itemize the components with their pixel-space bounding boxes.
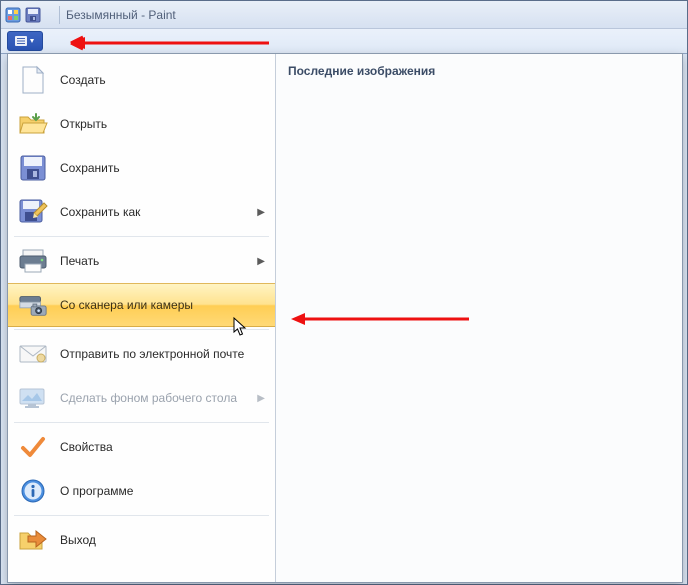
menu-item-label: Со сканера или камеры [60, 298, 265, 312]
exit-icon [18, 525, 48, 555]
menu-item-about[interactable]: О программе [8, 469, 275, 513]
qat-separator [59, 6, 60, 24]
menu-item-exit[interactable]: Выход [8, 518, 275, 562]
file-menu-panel: Создать Открыть [7, 53, 683, 583]
menu-item-label: О программе [60, 484, 265, 498]
menu-item-label: Свойства [60, 440, 265, 454]
titlebar: Безымянный - Paint [1, 1, 687, 29]
menu-item-scanner-camera[interactable]: Со сканера или камеры [8, 283, 275, 327]
menu-item-print[interactable]: Печать ▶ [8, 239, 275, 283]
folder-open-icon [18, 109, 48, 139]
chevron-right-icon: ▶ [257, 256, 265, 267]
recent-panel-header: Последние изображения [288, 64, 670, 78]
chevron-right-icon: ▶ [257, 393, 265, 404]
ribbon [1, 29, 687, 54]
menu-separator [14, 236, 269, 237]
qat-save-icon[interactable] [25, 7, 41, 23]
menu-item-label: Сохранить как [60, 205, 251, 219]
menu-item-new[interactable]: Создать [8, 58, 275, 102]
chevron-right-icon: ▶ [257, 207, 265, 218]
menu-item-label: Выход [60, 533, 265, 547]
menu-separator [14, 329, 269, 330]
menu-item-label: Сохранить [60, 161, 265, 175]
info-icon [18, 476, 48, 506]
menu-item-properties[interactable]: Свойства [8, 425, 275, 469]
menu-item-label: Открыть [60, 117, 265, 131]
paint-app-icon [5, 7, 21, 23]
wallpaper-icon [18, 383, 48, 413]
menu-item-save-as[interactable]: Сохранить как ▶ [8, 190, 275, 234]
menu-item-label: Создать [60, 73, 265, 87]
menu-item-label: Сделать фоном рабочего стола [60, 391, 251, 405]
window-title: Безымянный - Paint [66, 8, 176, 22]
file-tab[interactable] [7, 31, 43, 51]
file-menu-list: Создать Открыть [8, 54, 276, 582]
checkmark-icon [18, 432, 48, 462]
menu-item-label: Отправить по электронной почте [60, 347, 265, 361]
menu-item-save[interactable]: Сохранить [8, 146, 275, 190]
menu-item-send-email[interactable]: Отправить по электронной почте [8, 332, 275, 376]
paint-window: Безымянный - Paint Созда [0, 0, 688, 585]
menu-item-open[interactable]: Открыть [8, 102, 275, 146]
menu-item-label: Печать [60, 254, 251, 268]
menu-separator [14, 422, 269, 423]
scanner-camera-icon [18, 290, 48, 320]
menu-separator [14, 515, 269, 516]
menu-item-set-wallpaper: Сделать фоном рабочего стола ▶ [8, 376, 275, 420]
floppy-save-as-icon [18, 197, 48, 227]
envelope-icon [18, 339, 48, 369]
recent-panel: Последние изображения [276, 54, 682, 582]
floppy-save-icon [18, 153, 48, 183]
new-document-icon [18, 65, 48, 95]
printer-icon [18, 246, 48, 276]
